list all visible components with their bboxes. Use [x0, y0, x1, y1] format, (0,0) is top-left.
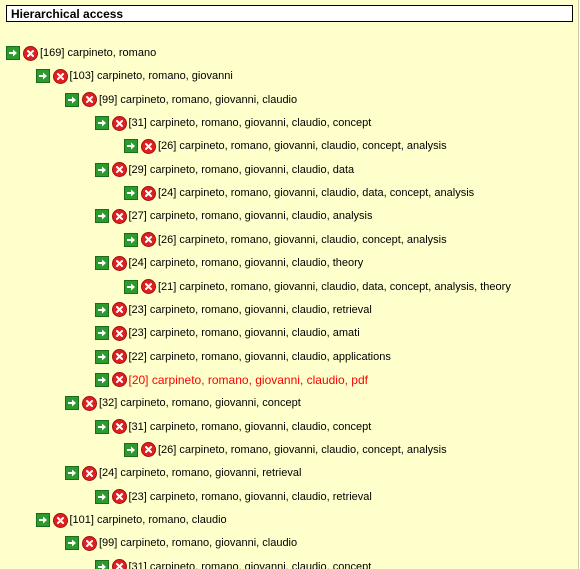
tree-node: [31] carpineto, romano, giovanni, claudi…	[94, 418, 372, 436]
arrow-right-icon[interactable]	[94, 489, 109, 504]
tree-node: [27] carpineto, romano, giovanni, claudi…	[94, 207, 373, 225]
arrow-right-icon[interactable]	[124, 279, 138, 294]
arrow-right-icon[interactable]	[94, 372, 109, 387]
tree-node: [26] carpineto, romano, giovanni, claudi…	[124, 137, 447, 155]
remove-x-icon[interactable]	[111, 115, 127, 131]
arrow-right-icon[interactable]	[6, 46, 20, 60]
tree-node: [99] carpineto, romano, giovanni, claudi…	[65, 91, 297, 109]
remove-x-icon[interactable]	[52, 512, 68, 528]
arrow-right-icon[interactable]	[94, 559, 109, 569]
hierarchical-access-panel: Hierarchical access [169] carpineto, rom…	[0, 0, 579, 569]
tree-node: [23] carpineto, romano, giovanni, claudi…	[94, 488, 372, 506]
remove-x-icon[interactable]	[111, 559, 127, 569]
tree-node: [169] carpineto, romano	[6, 44, 156, 62]
tree-node: [21] carpineto, romano, giovanni, claudi…	[124, 278, 511, 296]
tree-node-label[interactable]: [169] carpineto, romano	[40, 47, 156, 59]
arrow-right-icon[interactable]	[65, 536, 79, 551]
tree-node-label[interactable]: [27] carpineto, romano, giovanni, claudi…	[129, 210, 373, 222]
tree-node: [24] carpineto, romano, giovanni, claudi…	[124, 184, 474, 202]
tree-node-label[interactable]: [31] carpineto, romano, giovanni, claudi…	[129, 561, 372, 569]
tree-node-label[interactable]: [32] carpineto, romano, giovanni, concep…	[99, 397, 301, 409]
remove-x-icon[interactable]	[111, 489, 127, 505]
tree-node: [23] carpineto, romano, giovanni, claudi…	[94, 324, 360, 342]
remove-x-icon[interactable]	[111, 208, 127, 224]
remove-x-icon[interactable]	[111, 302, 127, 318]
tree-node: [32] carpineto, romano, giovanni, concep…	[65, 394, 301, 412]
tree-node-label[interactable]: [24] carpineto, romano, giovanni, claudi…	[129, 257, 364, 269]
tree-node-label[interactable]: [31] carpineto, romano, giovanni, claudi…	[129, 117, 372, 129]
tree-node: [26] carpineto, romano, giovanni, claudi…	[124, 441, 447, 459]
tree-node: [23] carpineto, romano, giovanni, claudi…	[94, 301, 372, 319]
tree-node: [99] carpineto, romano, giovanni, claudi…	[65, 534, 297, 552]
arrow-right-icon[interactable]	[65, 466, 79, 481]
tree-node-label[interactable]: [26] carpineto, romano, giovanni, claudi…	[158, 234, 447, 246]
tree-node-label[interactable]: [22] carpineto, romano, giovanni, claudi…	[129, 351, 391, 363]
tree-node: [24] carpineto, romano, giovanni, claudi…	[94, 254, 364, 272]
arrow-right-icon[interactable]	[35, 513, 50, 527]
remove-x-icon[interactable]	[82, 395, 97, 411]
remove-x-icon[interactable]	[141, 279, 156, 294]
arrow-right-icon[interactable]	[94, 116, 109, 131]
remove-x-icon[interactable]	[111, 162, 127, 178]
tree-node-label-selected[interactable]: [20] carpineto, romano, giovanni, claudi…	[129, 373, 368, 387]
arrow-right-icon[interactable]	[124, 232, 138, 247]
hierarchy-tree: [169] carpineto, romano [103] carpineto, …	[0, 0, 578, 569]
tree-node-label[interactable]: [26] carpineto, romano, giovanni, claudi…	[158, 140, 447, 152]
arrow-right-icon[interactable]	[94, 302, 109, 317]
remove-x-icon[interactable]	[141, 185, 156, 201]
tree-node: [103] carpineto, romano, giovanni	[35, 67, 233, 85]
remove-x-icon[interactable]	[141, 442, 156, 458]
arrow-right-icon[interactable]	[65, 92, 79, 107]
tree-node: [29] carpineto, romano, giovanni, claudi…	[94, 161, 355, 179]
tree-node-label[interactable]: [24] carpineto, romano, giovanni, claudi…	[158, 187, 474, 199]
arrow-right-icon[interactable]	[94, 349, 109, 364]
tree-node-label[interactable]: [99] carpineto, romano, giovanni, claudi…	[99, 537, 297, 549]
tree-node-label[interactable]: [29] carpineto, romano, giovanni, claudi…	[129, 164, 355, 176]
tree-node-label[interactable]: [24] carpineto, romano, giovanni, retrie…	[99, 467, 301, 479]
remove-x-icon[interactable]	[141, 138, 156, 154]
arrow-right-icon[interactable]	[124, 139, 138, 154]
tree-node: [26] carpineto, romano, giovanni, claudi…	[124, 231, 447, 249]
tree-node-label[interactable]: [23] carpineto, romano, giovanni, claudi…	[129, 327, 360, 339]
remove-x-icon[interactable]	[82, 465, 97, 481]
remove-x-icon[interactable]	[52, 68, 68, 84]
arrow-right-icon[interactable]	[65, 396, 79, 411]
tree-node: [101] carpineto, romano, claudio	[35, 511, 227, 529]
tree-node-label[interactable]: [31] carpineto, romano, giovanni, claudi…	[129, 421, 372, 433]
remove-x-icon[interactable]	[141, 232, 156, 248]
arrow-right-icon[interactable]	[94, 419, 109, 434]
tree-node: [22] carpineto, romano, giovanni, claudi…	[94, 348, 391, 366]
tree-node-label[interactable]: [21] carpineto, romano, giovanni, claudi…	[158, 281, 511, 293]
tree-node: [24] carpineto, romano, giovanni, retrie…	[65, 464, 301, 482]
remove-x-icon[interactable]	[111, 419, 127, 435]
remove-x-icon[interactable]	[82, 535, 97, 551]
arrow-right-icon[interactable]	[94, 209, 109, 224]
arrow-right-icon[interactable]	[94, 256, 109, 271]
tree-node: [20] carpineto, romano, giovanni, claudi…	[94, 371, 368, 389]
remove-x-icon[interactable]	[111, 255, 127, 271]
tree-node-label[interactable]: [26] carpineto, romano, giovanni, claudi…	[158, 444, 447, 456]
remove-x-icon[interactable]	[82, 92, 97, 108]
remove-x-icon[interactable]	[111, 372, 127, 388]
tree-node: [31] carpineto, romano, giovanni, claudi…	[94, 558, 372, 569]
arrow-right-icon[interactable]	[124, 186, 138, 201]
arrow-right-icon[interactable]	[94, 162, 109, 177]
remove-x-icon[interactable]	[111, 325, 127, 341]
arrow-right-icon[interactable]	[124, 442, 138, 457]
tree-node-label[interactable]: [101] carpineto, romano, claudio	[70, 514, 227, 526]
tree-node-label[interactable]: [23] carpineto, romano, giovanni, claudi…	[129, 304, 372, 316]
arrow-right-icon[interactable]	[94, 326, 109, 341]
remove-x-icon[interactable]	[23, 45, 38, 61]
tree-node-label[interactable]: [103] carpineto, romano, giovanni	[70, 70, 233, 82]
tree-node-label[interactable]: [99] carpineto, romano, giovanni, claudi…	[99, 94, 297, 106]
tree-node: [31] carpineto, romano, giovanni, claudi…	[94, 114, 372, 132]
tree-node-label[interactable]: [23] carpineto, romano, giovanni, claudi…	[129, 491, 372, 503]
remove-x-icon[interactable]	[111, 349, 127, 365]
arrow-right-icon[interactable]	[35, 69, 50, 84]
